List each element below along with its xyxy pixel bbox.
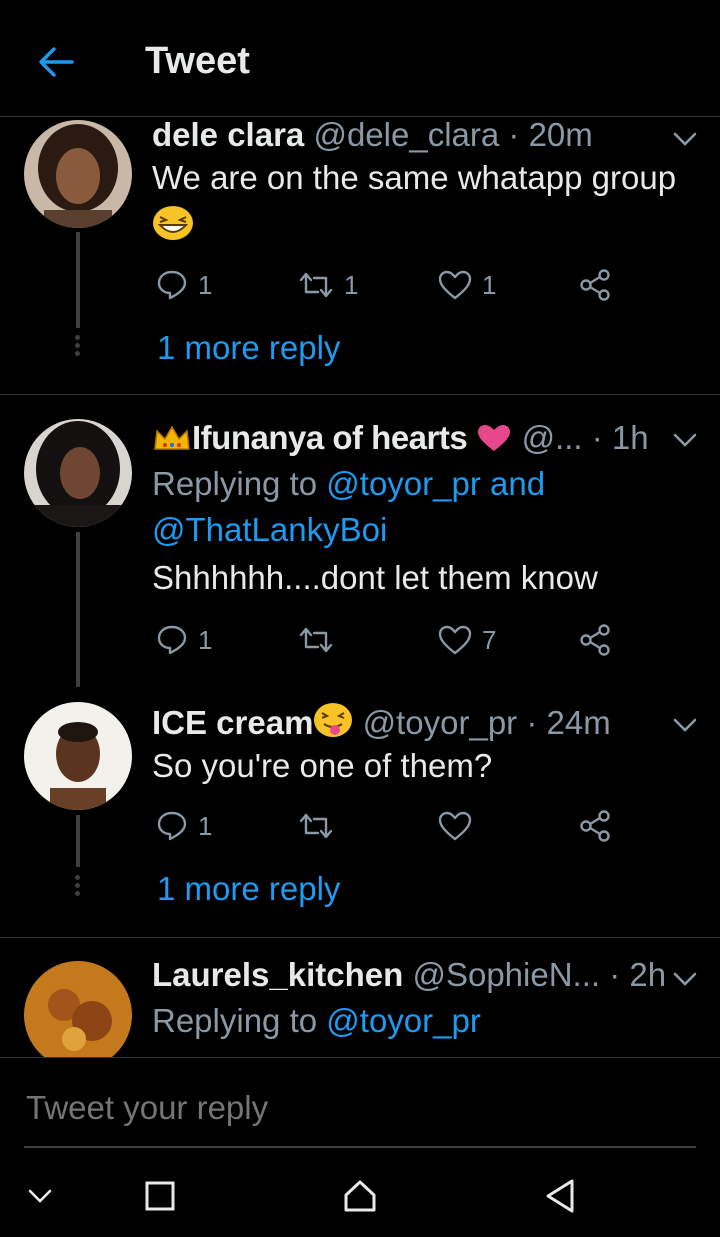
page-title: Tweet [145,40,250,82]
square-icon [145,1181,175,1211]
share-icon [580,269,610,301]
like-action[interactable]: 1 [438,265,496,305]
system-nav-bar [0,1150,720,1237]
grinning-squinting-face-icon [153,206,193,240]
back-button[interactable] [536,1172,584,1220]
tweet-actions: 1 [152,806,622,846]
home-button[interactable] [336,1172,384,1220]
like-count: 1 [482,269,497,300]
tweet-header: dele clara @dele_clara · 20m [152,117,593,154]
heart-icon [438,270,472,300]
tweet-text: We are on the same whatapp group [152,159,677,196]
display-name[interactable]: ICE cream [152,704,313,741]
tweet-actions: 1 7 [152,620,622,660]
tweet-ifunanya[interactable]: Ifunanya of hearts @... · 1h Replying to… [0,395,720,687]
retweet-count: 1 [344,269,359,300]
retweet-icon [299,272,333,298]
handle: @dele_clara [313,117,500,153]
tweet-ice-cream[interactable]: ICE cream @toyor_pr · 24m So you're one … [0,685,720,937]
retweet-action[interactable]: 1 [298,265,358,305]
thread-dots [75,335,81,359]
tweet-header: Ifunanya of hearts @... · 1h [152,419,649,457]
reply-composer [0,1057,720,1150]
replying-label: Replying to [152,465,318,502]
hide-keyboard-button[interactable] [16,1172,64,1220]
thread-dots [75,875,81,899]
retweet-icon [299,813,333,839]
tweet-header: ICE cream @toyor_pr · 24m [152,702,611,742]
tweet-actions: 1 1 1 [152,265,622,305]
back-arrow-icon[interactable] [36,44,76,80]
thread-line [76,532,80,687]
tweet-text: Shhhhhh....dont let them know [152,559,598,596]
reply-count: 1 [198,810,213,841]
reply-icon [157,270,187,300]
crown-icon [154,425,190,450]
avatar[interactable] [24,419,132,527]
retweet-icon [299,627,333,653]
like-action[interactable] [438,806,472,846]
reply-action[interactable]: 1 [156,265,212,305]
reply-icon [157,625,187,655]
share-action[interactable] [578,806,612,846]
reply-action[interactable]: 1 [156,806,212,846]
back-triangle-icon [546,1179,574,1213]
handle: @toyor_pr [362,704,518,741]
share-icon [580,810,610,842]
avatar[interactable] [24,702,132,810]
tweet-header: Laurels_kitchen @SophieN... · 2h [152,956,666,994]
more-replies-link[interactable]: 1 more reply [157,870,340,908]
heart-icon [438,811,472,841]
replies-feed[interactable]: dele clara @dele_clara · 20m We are on t… [0,117,720,1057]
timestamp: · 24m [526,704,611,741]
retweet-action[interactable] [298,806,334,846]
recents-button[interactable] [136,1172,184,1220]
replying-to: Replying to @toyor_pr [152,998,702,1044]
chevron-down-icon[interactable] [672,432,698,448]
pink-heart-icon [478,425,511,451]
reply-action[interactable]: 1 [156,620,212,660]
display-name[interactable]: dele clara [152,117,304,153]
reply-count: 1 [198,624,213,655]
display-name[interactable]: Laurels_kitchen [152,956,403,993]
timestamp: · 2h [609,956,667,993]
heart-icon [438,625,472,655]
chevron-down-icon[interactable] [672,131,698,147]
reply-count: 1 [198,269,213,300]
mention-link[interactable]: @toyor_pr [326,1002,481,1039]
like-action[interactable]: 7 [438,620,496,660]
like-count: 7 [482,624,497,655]
top-bar: Tweet [0,0,720,117]
reply-input[interactable] [24,1088,688,1128]
thread-line [76,232,80,328]
reply-icon [157,811,187,841]
tweet-laurels-kitchen[interactable]: Laurels_kitchen @SophieN... · 2h Replyin… [0,938,720,1057]
share-action[interactable] [578,265,612,305]
mention-link[interactable]: @toyor_pr and [326,465,545,502]
share-icon [580,624,610,656]
retweet-action[interactable] [298,620,344,660]
home-icon [344,1180,376,1212]
display-name[interactable]: Ifunanya of hearts [192,419,468,456]
chevron-down-icon [28,1189,52,1203]
share-action[interactable] [578,620,612,660]
replying-to: Replying to @toyor_pr and @ThatLankyBoi [152,461,702,553]
tweet-dele-clara[interactable]: dele clara @dele_clara · 20m We are on t… [0,117,720,394]
avatar[interactable] [24,120,132,228]
tweet-text: So you're one of them? [152,747,493,784]
mention-link[interactable]: @ThatLankyBoi [152,511,387,548]
chevron-down-icon[interactable] [672,971,698,987]
avatar[interactable] [24,961,132,1057]
handle: @SophieN... [412,956,601,993]
handle: @... [521,419,583,456]
chevron-down-icon[interactable] [672,717,698,733]
replying-label: Replying to [152,1002,318,1039]
timestamp: · 1h [591,419,649,456]
input-underline [24,1146,696,1148]
more-replies-link[interactable]: 1 more reply [157,329,340,367]
timestamp: · 20m [508,117,593,153]
thread-line [76,815,80,867]
squinting-tongue-face-icon [314,703,353,737]
